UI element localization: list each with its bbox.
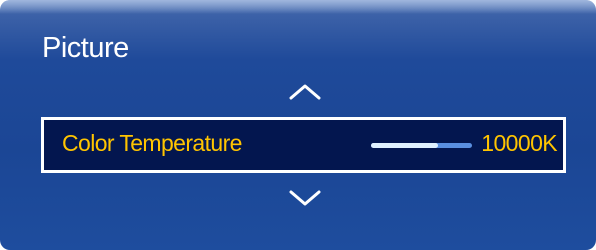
picture-menu-panel: Picture Color Temperature 10000K <box>0 0 596 250</box>
chevron-up-icon[interactable] <box>287 82 323 102</box>
setting-value: 10000K <box>481 130 557 156</box>
menu-title: Picture <box>42 32 129 64</box>
slider-fill <box>371 143 438 148</box>
chevron-down-icon[interactable] <box>287 188 323 208</box>
color-temperature-row[interactable]: Color Temperature 10000K <box>41 117 566 173</box>
setting-label: Color Temperature <box>62 130 242 156</box>
color-temperature-slider[interactable] <box>371 143 472 148</box>
